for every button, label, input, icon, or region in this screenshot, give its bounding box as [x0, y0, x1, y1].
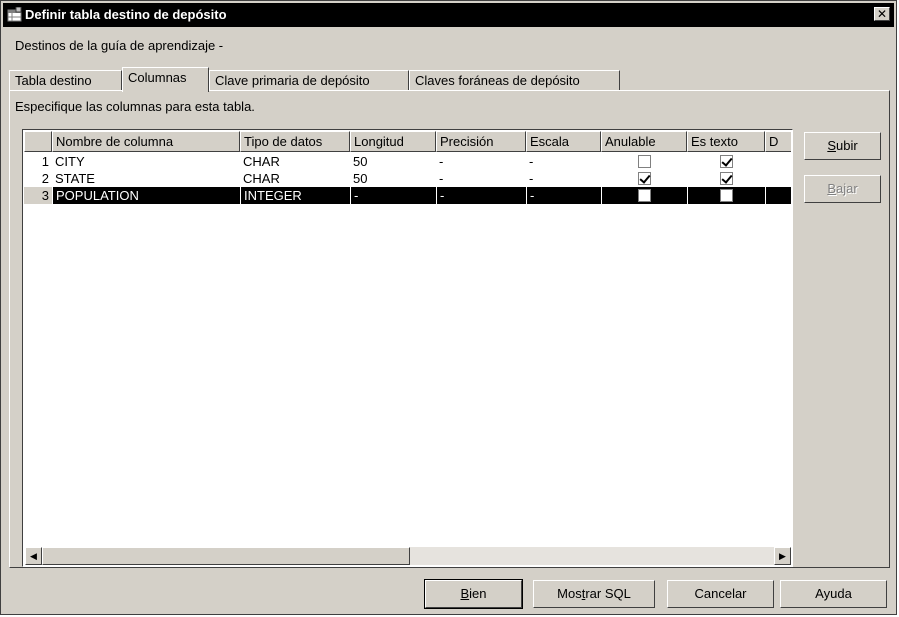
table-icon — [7, 7, 22, 22]
close-icon[interactable]: ✕ — [874, 7, 890, 21]
cell-precision[interactable]: - — [436, 187, 526, 204]
title-bar[interactable]: Definir tabla destino de depósito ✕ — [3, 3, 894, 27]
cell-nullable — [601, 153, 687, 170]
sql-label-pre: Mos — [557, 586, 582, 601]
nullable-checkbox[interactable] — [638, 189, 651, 202]
up-button[interactable]: Subir — [804, 132, 881, 160]
cell-type[interactable]: CHAR — [240, 153, 350, 170]
cell-truncated — [765, 187, 791, 204]
dialog-window: Definir tabla destino de depósito ✕ Dest… — [0, 0, 897, 615]
cell-nullable — [601, 170, 687, 187]
table-row-selected[interactable]: 3 POPULATION INTEGER - - - — [24, 187, 791, 204]
subtitle: Destinos de la guía de aprendizaje - — [15, 38, 224, 53]
up-label-rest: ubir — [835, 138, 858, 153]
ok-label-rest: ien — [469, 586, 487, 601]
is-text-checkbox[interactable] — [719, 155, 733, 168]
up-mnemonic: S — [827, 138, 836, 153]
cell-name[interactable]: STATE — [52, 170, 240, 187]
down-mnemonic: B — [827, 181, 836, 196]
columns-grid[interactable]: Nombre de columna Tipo de datos Longitud… — [22, 129, 793, 567]
scroll-thumb[interactable] — [42, 547, 410, 565]
ok-button[interactable]: Bien — [424, 579, 523, 609]
is-text-checkbox[interactable] — [720, 189, 733, 202]
down-label-rest: ajar — [835, 181, 858, 196]
cell-scale[interactable]: - — [526, 170, 601, 187]
tab-clave-primaria[interactable]: Clave primaria de depósito — [209, 70, 409, 91]
header-type[interactable]: Tipo de datos — [240, 131, 350, 152]
tab-columnas[interactable]: Columnas — [122, 67, 209, 92]
header-truncated[interactable]: D — [765, 131, 791, 152]
cell-is-text — [687, 170, 765, 187]
grid-rows: 1 CITY CHAR 50 - - 2 STATE CHAR 50 - - 3… — [24, 153, 791, 204]
header-name[interactable]: Nombre de columna — [52, 131, 240, 152]
down-button[interactable]: Bajar — [804, 175, 881, 203]
sql-label-rest: rar SQL — [585, 586, 631, 601]
help-button[interactable]: Ayuda — [780, 580, 887, 608]
header-nullable[interactable]: Anulable — [601, 131, 687, 152]
cell-length[interactable]: 50 — [350, 153, 436, 170]
ok-mnemonic: B — [460, 586, 470, 601]
scroll-right-icon[interactable]: ▶ — [774, 547, 791, 565]
cell-truncated — [765, 170, 791, 187]
tab-tabla-destino[interactable]: Tabla destino — [9, 70, 122, 91]
cell-scale[interactable]: - — [526, 187, 601, 204]
row-number: 3 — [24, 187, 52, 204]
is-text-checkbox[interactable] — [719, 172, 733, 185]
panel-description: Especifique las columnas para esta tabla… — [15, 99, 255, 114]
nullable-checkbox[interactable] — [637, 172, 651, 185]
grid-header: Nombre de columna Tipo de datos Longitud… — [24, 131, 791, 152]
cell-length[interactable]: 50 — [350, 170, 436, 187]
cell-truncated — [765, 153, 791, 170]
header-is-text[interactable]: Es texto — [687, 131, 765, 152]
cell-nullable — [601, 187, 687, 204]
header-precision[interactable]: Precisión — [436, 131, 526, 152]
header-length[interactable]: Longitud — [350, 131, 436, 152]
cell-is-text — [687, 187, 765, 204]
row-number: 1 — [41, 154, 49, 169]
table-row[interactable]: 2 STATE CHAR 50 - - — [24, 170, 791, 187]
nullable-checkbox[interactable] — [637, 155, 651, 168]
tab-claves-foraneas[interactable]: Claves foráneas de depósito — [409, 70, 620, 91]
cell-scale[interactable]: - — [526, 153, 601, 170]
show-sql-button[interactable]: Mostrar SQL — [533, 580, 655, 608]
cancel-button[interactable]: Cancelar — [667, 580, 774, 608]
scroll-left-icon[interactable]: ◀ — [25, 547, 42, 565]
cell-type[interactable]: INTEGER — [240, 187, 350, 204]
cell-name[interactable]: POPULATION — [52, 187, 240, 204]
header-rownum[interactable] — [24, 131, 52, 152]
cell-precision[interactable]: - — [436, 153, 526, 170]
cell-is-text — [687, 153, 765, 170]
row-number: 2 — [41, 171, 49, 186]
table-row[interactable]: 1 CITY CHAR 50 - - — [24, 153, 791, 170]
horizontal-scrollbar[interactable]: ◀ ▶ — [25, 547, 791, 565]
header-scale[interactable]: Escala — [526, 131, 601, 152]
cell-type[interactable]: CHAR — [240, 170, 350, 187]
cell-name[interactable]: CITY — [52, 153, 240, 170]
cell-precision[interactable]: - — [436, 170, 526, 187]
cell-length[interactable]: - — [350, 187, 436, 204]
window-title: Definir tabla destino de depósito — [25, 7, 227, 22]
